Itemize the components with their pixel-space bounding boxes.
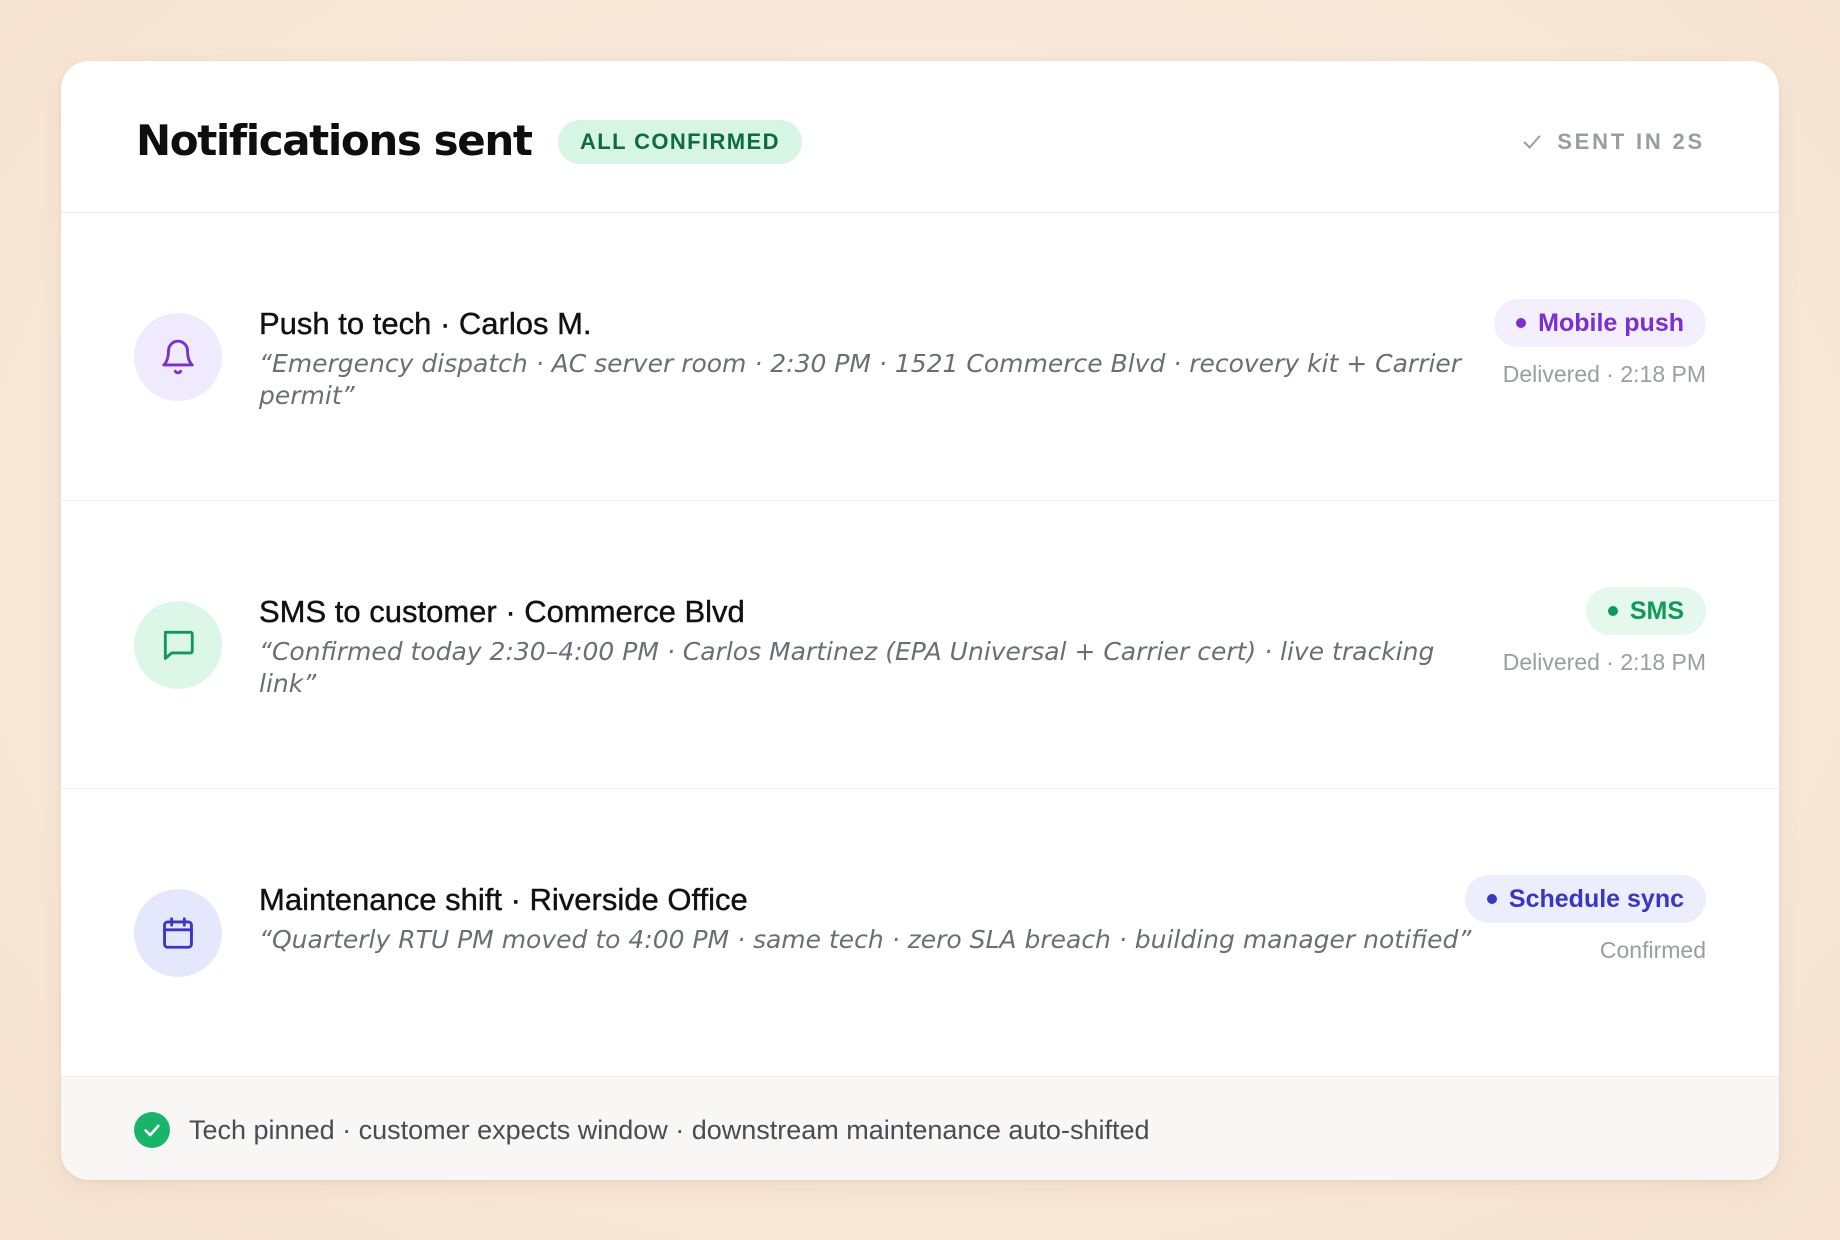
notification-meta: Mobile push Delivered · 2:18 PM [1494, 299, 1706, 389]
notification-message: “Emergency dispatch · AC server room · 2… [259, 349, 1462, 410]
channel-badge: SMS [1585, 587, 1706, 635]
dot-icon [1516, 318, 1527, 328]
notification-content: Push to tech · Carlos M. “Emergency disp… [259, 305, 1499, 412]
notifications-card: Notifications sent ALL CONFIRMED SENT IN… [61, 61, 1779, 1180]
chat-bubble-icon [134, 601, 222, 689]
delivery-status: Delivered · 2:18 PM [1502, 649, 1706, 675]
notification-row: SMS to customer · Commerce Blvd “Confirm… [61, 501, 1779, 789]
notification-title: Maintenance shift · Riverside Office [259, 882, 748, 917]
channel-label: Mobile push [1538, 308, 1684, 337]
dot-icon [1607, 606, 1618, 616]
check-icon [1521, 131, 1543, 153]
page-title: Notifications sent [136, 116, 533, 165]
channel-badge: Mobile push [1494, 299, 1706, 347]
notification-row: Maintenance shift · Riverside Office “Qu… [61, 789, 1779, 1077]
channel-badge: Schedule sync [1464, 875, 1706, 923]
sent-status: SENT IN 2S [1521, 121, 1705, 163]
delivery-status: Confirmed [1599, 937, 1706, 963]
notification-meta: SMS Delivered · 2:18 PM [1503, 587, 1706, 677]
notification-row: Push to tech · Carlos M. “Emergency disp… [61, 213, 1779, 501]
dot-icon [1486, 894, 1497, 904]
notification-message: “Quarterly RTU PM moved to 4:00 PM · sam… [259, 925, 1472, 954]
notification-title: Push to tech · Carlos M. [259, 306, 592, 341]
sent-status-label: SENT IN 2S [1557, 129, 1705, 154]
notification-title: SMS to customer · Commerce Blvd [259, 594, 745, 629]
status-badge: ALL CONFIRMED [558, 120, 802, 164]
notification-message: “Confirmed today 2:30–4:00 PM · Carlos M… [259, 637, 1435, 698]
summary-text: Tech pinned · customer expects window · … [189, 1115, 1150, 1145]
calendar-icon [134, 889, 222, 977]
notification-content: Maintenance shift · Riverside Office “Qu… [259, 881, 1499, 956]
summary-footer: Tech pinned · customer expects window · … [61, 1077, 1779, 1180]
card-header: Notifications sent ALL CONFIRMED SENT IN… [61, 61, 1779, 213]
bell-icon [134, 313, 222, 401]
channel-label: SMS [1629, 596, 1684, 625]
delivery-status: Delivered · 2:18 PM [1502, 361, 1706, 387]
check-circle-icon [134, 1112, 170, 1148]
channel-label: Schedule sync [1508, 884, 1684, 913]
notification-content: SMS to customer · Commerce Blvd “Confirm… [259, 593, 1499, 700]
notification-meta: Schedule sync Confirmed [1464, 875, 1706, 965]
